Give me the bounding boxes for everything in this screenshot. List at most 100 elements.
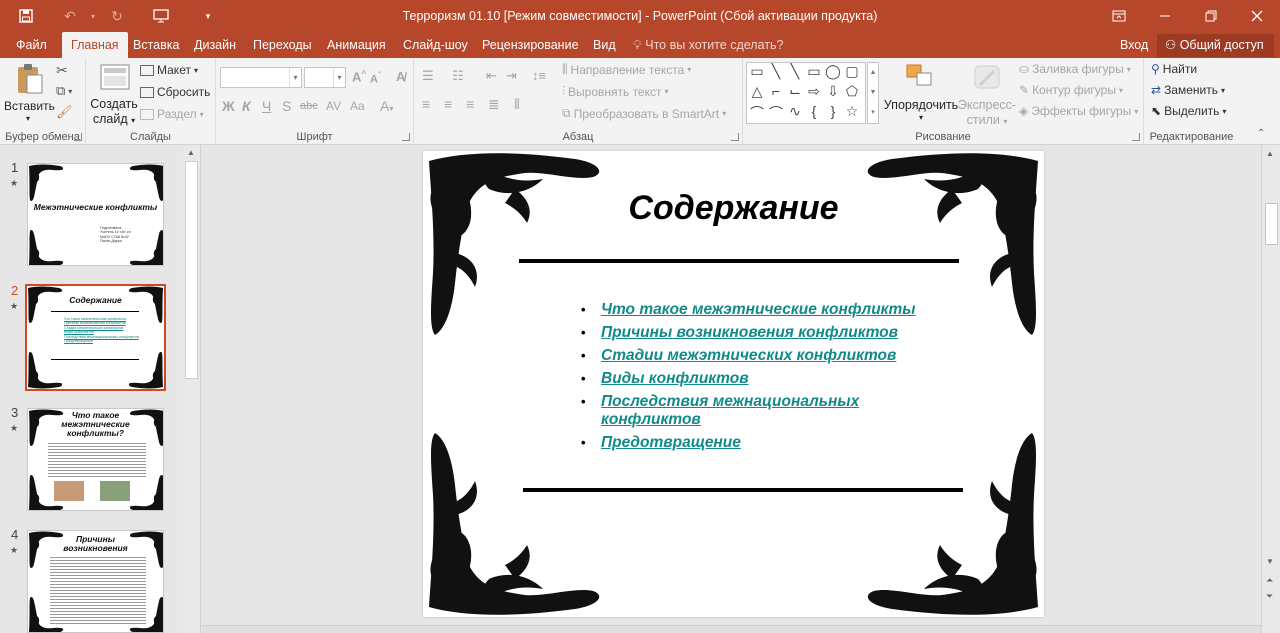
start-slideshow-icon[interactable] — [148, 5, 174, 27]
bold-icon[interactable]: Ж — [222, 98, 235, 114]
redo-icon[interactable]: ↻ — [104, 5, 130, 27]
tab-home[interactable]: Главная — [62, 32, 128, 58]
down-arrow-shape-icon[interactable]: ⇩ — [824, 83, 842, 100]
font-size-dropdown-icon[interactable]: ▾ — [333, 68, 345, 87]
minimize-icon[interactable] — [1142, 0, 1188, 32]
format-painter-icon[interactable]: 🖌︎ — [56, 104, 73, 120]
oval-shape-icon[interactable]: ◯ — [824, 63, 842, 80]
elbow-arrow-icon[interactable]: ⌙ — [786, 83, 804, 100]
elbow-connector-icon[interactable]: ⌐ — [767, 83, 785, 99]
left-brace-shape-icon[interactable]: { — [805, 103, 823, 119]
line-spacing-icon[interactable]: ↕≡ — [532, 68, 546, 83]
ribbon-display-options-icon[interactable] — [1096, 0, 1142, 32]
slide-thumbnail-4[interactable]: Причины возникновения — [27, 530, 164, 633]
justify-icon[interactable]: ≣ — [488, 96, 500, 113]
underline-icon[interactable]: Ч — [262, 98, 271, 114]
sign-in-link[interactable]: Вход — [1120, 32, 1148, 58]
tab-animations[interactable]: Анимация — [327, 32, 386, 58]
numbering-icon[interactable]: ☷ — [452, 68, 464, 84]
slide-scroll-thumb[interactable] — [1265, 203, 1278, 245]
contents-link-3[interactable]: Стадии межэтнических конфликтов — [581, 347, 921, 365]
quick-styles-button[interactable]: Экспресс- стили ▾ — [957, 61, 1017, 127]
contents-link-2[interactable]: Причины возникновения конфликтов — [581, 324, 921, 342]
star-shape-icon[interactable]: ☆ — [843, 103, 861, 120]
tab-design[interactable]: Дизайн — [194, 32, 236, 58]
rounded-rect-shape-icon[interactable]: ▢ — [843, 63, 861, 80]
drawing-launcher-icon[interactable] — [1132, 133, 1140, 141]
gallery-more-icon[interactable]: ▾ — [868, 103, 878, 123]
increase-font-icon[interactable]: A^ — [352, 69, 366, 84]
customize-qat-icon[interactable]: ▾ — [195, 5, 221, 27]
next-slide-icon[interactable]: ⏷ — [1266, 591, 1273, 602]
gallery-down-icon[interactable]: ▼ — [868, 83, 878, 103]
tell-me-search[interactable]: 💡︎ Что вы хотите сделать? — [633, 32, 783, 58]
shadow-icon[interactable]: S — [282, 98, 291, 114]
align-left-icon[interactable]: ≡ — [422, 96, 430, 112]
pentagon-shape-icon[interactable]: ⬠ — [843, 83, 861, 100]
previous-slide-icon[interactable]: ⏶ — [1266, 575, 1273, 586]
scroll-up-icon[interactable]: ▲ — [187, 148, 195, 157]
convert-smartart-button[interactable]: ⧉ Преобразовать в SmartArt ▾ — [562, 106, 726, 121]
paragraph-launcher-icon[interactable] — [731, 133, 739, 141]
decrease-indent-icon[interactable]: ⇤ — [486, 68, 497, 84]
freeform-shape-icon[interactable]: ⌒ — [748, 103, 766, 123]
textbox-shape-icon[interactable]: ▭ — [748, 63, 766, 80]
tab-review[interactable]: Рецензирование — [482, 32, 579, 58]
strikethrough-icon[interactable]: abc — [300, 100, 318, 112]
text-direction-button[interactable]: ⫼ Направление текста ▾ — [562, 62, 691, 77]
select-button[interactable]: ⬉ Выделить ▾ — [1151, 104, 1226, 118]
contents-link-1[interactable]: Что такое межэтнические конфликты — [581, 301, 921, 319]
shape-outline-button[interactable]: ✎ Контур фигуры ▾ — [1019, 83, 1123, 97]
align-right-icon[interactable]: ≡ — [466, 96, 474, 112]
current-slide[interactable]: Содержание Что такое межэтнические конфл… — [423, 151, 1044, 617]
reset-button[interactable]: Сбросить — [140, 85, 210, 99]
shapes-gallery-scroll[interactable]: ▲ ▼ ▾ — [867, 62, 879, 124]
copy-icon[interactable]: ⧉ ▾ — [56, 83, 72, 99]
paste-button[interactable]: Вставить ▾ — [4, 61, 55, 127]
align-center-icon[interactable]: ≡ — [444, 96, 452, 112]
replace-button[interactable]: ⇄ Заменить ▾ — [1151, 83, 1225, 97]
clipboard-launcher-icon[interactable] — [74, 133, 82, 141]
new-slide-button[interactable]: Создать слайд ▾ — [90, 61, 138, 127]
find-button[interactable]: ⚲ Найти — [1151, 62, 1197, 76]
tab-slideshow[interactable]: Слайд-шоу — [403, 32, 468, 58]
share-button[interactable]: ⚇ Общий доступ — [1157, 34, 1274, 57]
shapes-gallery[interactable]: ▭ ╲ ╲ ▭ ◯ ▢ △ ⌐ ⌙ ⇨ ⇩ ⬠ ⌒ ⌒ ∿ { } ☆ — [746, 62, 866, 124]
right-arrow-shape-icon[interactable]: ⇨ — [805, 83, 823, 100]
cut-icon[interactable]: ✂ — [56, 62, 68, 79]
arc-shape-icon[interactable]: ⌒ — [767, 103, 785, 123]
clear-formatting-icon[interactable]: A̸ — [396, 69, 405, 84]
font-name-dropdown-icon[interactable]: ▾ — [289, 68, 301, 87]
decrease-font-icon[interactable]: Aˇ — [370, 71, 381, 86]
close-icon[interactable] — [1234, 0, 1280, 32]
scroll-up-icon[interactable]: ▲ — [1266, 149, 1274, 158]
save-icon[interactable] — [13, 5, 39, 27]
line2-shape-icon[interactable]: ╲ — [786, 63, 804, 80]
thumbnails-scrollbar[interactable]: ▲ — [183, 145, 200, 633]
shape-fill-button[interactable]: ⛀ Заливка фигуры ▾ — [1019, 62, 1131, 76]
gallery-up-icon[interactable]: ▲ — [868, 63, 878, 83]
section-button[interactable]: Раздел ▾ — [140, 107, 204, 121]
slide-title[interactable]: Содержание — [423, 189, 1044, 228]
shape-effects-button[interactable]: ◈ Эффекты фигуры ▾ — [1019, 104, 1138, 118]
right-brace-shape-icon[interactable]: } — [824, 103, 842, 119]
tab-file[interactable]: Файл — [16, 32, 47, 58]
tab-insert[interactable]: Вставка — [133, 32, 179, 58]
font-size-combo[interactable]: ▾ — [304, 67, 346, 88]
contents-link-6[interactable]: Предотвращение — [581, 434, 921, 452]
line-shape-icon[interactable]: ╲ — [767, 63, 785, 80]
char-spacing-icon[interactable]: AV — [326, 99, 341, 113]
tab-view[interactable]: Вид — [593, 32, 616, 58]
bullets-icon[interactable]: ☰ — [422, 68, 434, 84]
layout-button[interactable]: Макет ▾ — [140, 63, 198, 77]
change-case-icon[interactable]: Aa — [350, 99, 365, 113]
arrange-button[interactable]: Упорядочить ▾ — [883, 61, 959, 127]
font-color-icon[interactable]: A▾ — [380, 98, 393, 114]
tab-transitions[interactable]: Переходы — [253, 32, 312, 58]
triangle-shape-icon[interactable]: △ — [748, 83, 766, 100]
italic-icon[interactable]: К — [242, 98, 251, 114]
curve-shape-icon[interactable]: ∿ — [786, 103, 804, 120]
thumbnails-scroll-thumb[interactable] — [185, 161, 198, 379]
contents-link-4[interactable]: Виды конфликтов — [581, 370, 921, 388]
columns-icon[interactable]: ⫴ — [514, 96, 520, 113]
